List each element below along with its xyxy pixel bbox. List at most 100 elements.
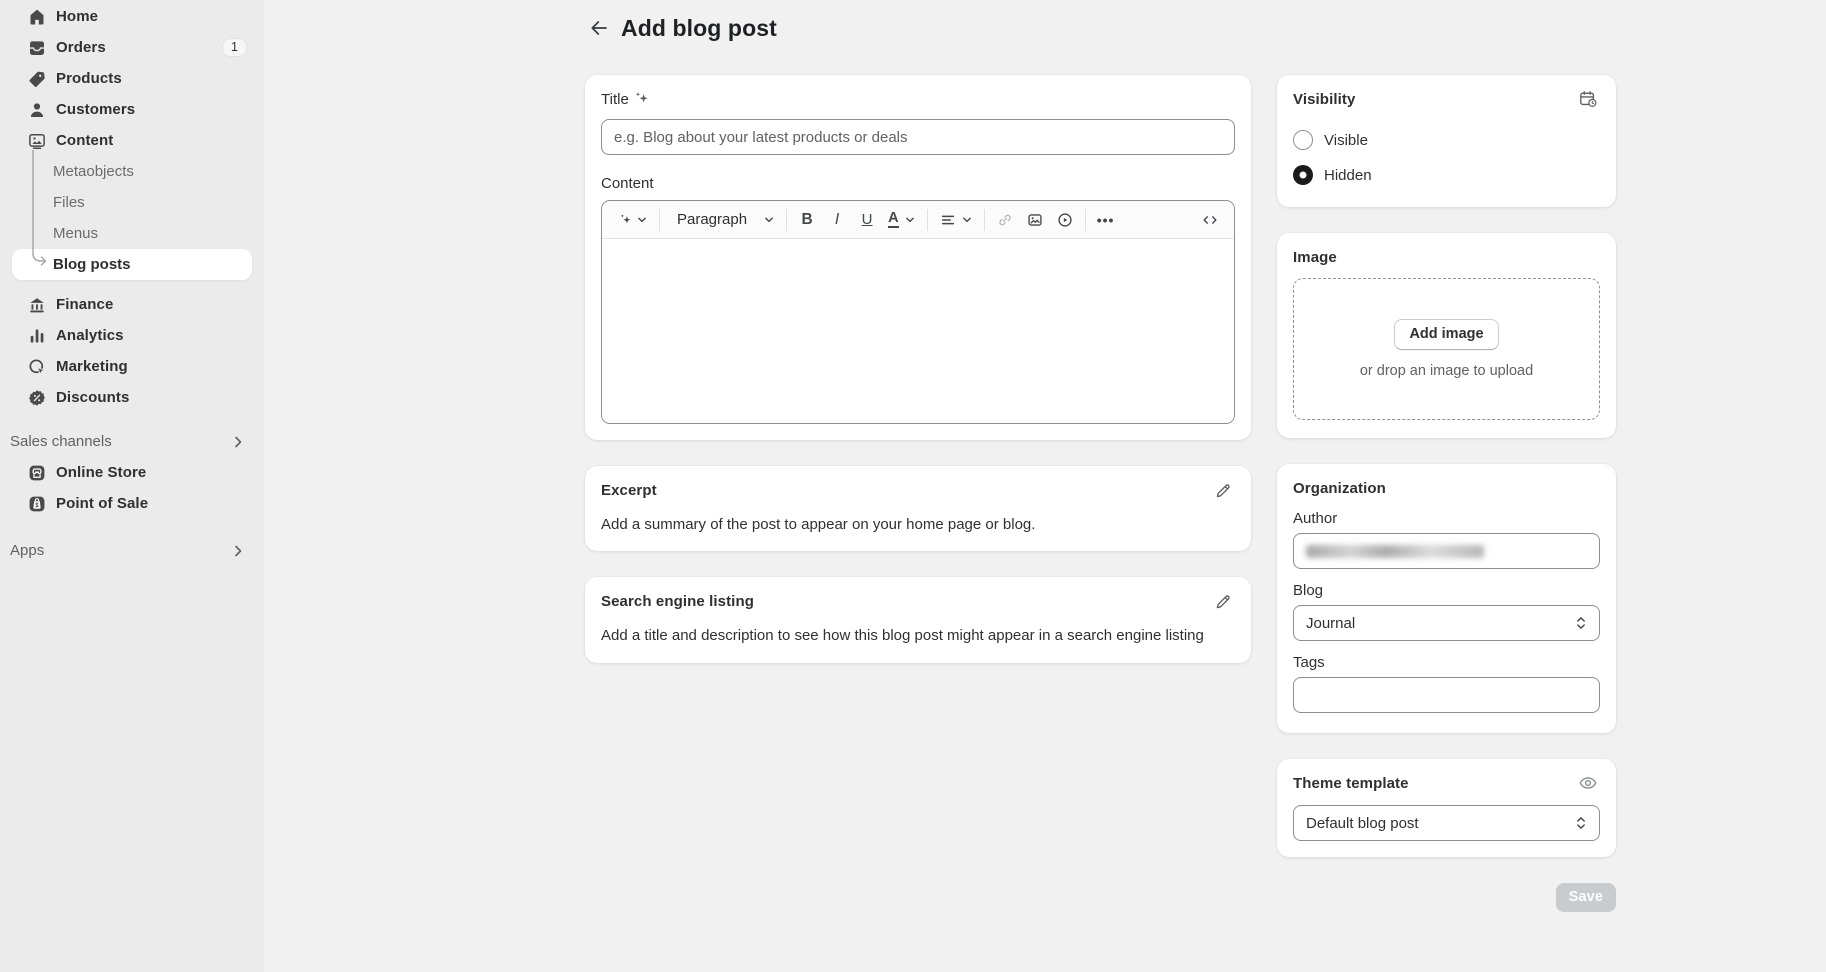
content-textarea[interactable] xyxy=(602,239,1234,423)
sidebar-item-marketing[interactable]: Marketing xyxy=(12,351,252,382)
back-button[interactable] xyxy=(585,14,613,42)
italic-button[interactable]: I xyxy=(825,207,849,233)
point-of-sale-icon xyxy=(27,494,47,514)
analytics-bars-icon xyxy=(27,326,47,346)
title-input[interactable] xyxy=(601,119,1235,155)
main-content: Add blog post Title Content xyxy=(264,0,1826,972)
visibility-title: Visibility xyxy=(1293,91,1576,108)
visibility-option-visible[interactable]: Visible xyxy=(1293,130,1600,150)
blog-select[interactable]: Journal xyxy=(1293,605,1600,641)
tag-icon xyxy=(27,69,47,89)
more-options-button[interactable]: ••• xyxy=(1094,207,1118,233)
sparkle-icon xyxy=(617,211,634,228)
sidebar-item-home[interactable]: Home xyxy=(12,1,252,32)
image-card: Image Add image or drop an image to uplo… xyxy=(1277,233,1616,438)
link-button[interactable] xyxy=(993,207,1017,233)
toolbar-divider xyxy=(1085,209,1086,231)
sidebar-item-analytics[interactable]: Analytics xyxy=(12,320,252,351)
section-label: Apps xyxy=(10,542,230,559)
bold-button[interactable]: B xyxy=(795,207,819,233)
image-dropzone[interactable]: Add image or drop an image to upload xyxy=(1293,278,1600,420)
text-style-dropdown[interactable]: Paragraph xyxy=(668,207,778,233)
text-color-button[interactable]: A xyxy=(885,207,918,233)
sidebar-section-apps[interactable]: Apps xyxy=(0,535,264,566)
preview-theme-button[interactable] xyxy=(1576,771,1600,795)
search-engine-listing-card: Search engine listing Add a title and de… xyxy=(585,577,1251,662)
insert-image-button[interactable] xyxy=(1023,207,1047,233)
organization-title: Organization xyxy=(1293,480,1600,497)
drop-image-hint: or drop an image to upload xyxy=(1360,363,1533,379)
text-color-letter: A xyxy=(888,211,898,228)
sidebar-item-content[interactable]: Content xyxy=(12,125,252,156)
editor-toolbar: Paragraph B I U A xyxy=(602,201,1234,239)
discounts-icon xyxy=(27,388,47,408)
radio-unchecked[interactable] xyxy=(1293,130,1313,150)
ai-sparkle-button[interactable] xyxy=(614,207,651,233)
magic-sparkle-button[interactable] xyxy=(629,87,653,111)
pencil-icon xyxy=(1214,592,1233,611)
sidebar-item-label: Analytics xyxy=(56,327,124,344)
schedule-visibility-button[interactable] xyxy=(1576,87,1600,111)
sidebar-item-point-of-sale[interactable]: Point of Sale xyxy=(12,488,252,519)
author-input[interactable] xyxy=(1293,533,1600,569)
tags-input[interactable] xyxy=(1293,677,1600,713)
excerpt-title: Excerpt xyxy=(601,482,1211,499)
sidebar-item-label: Home xyxy=(56,8,98,25)
media-content-icon xyxy=(27,131,47,151)
author-field-group: Author xyxy=(1293,510,1600,569)
toolbar-divider xyxy=(786,209,787,231)
save-button[interactable]: Save xyxy=(1556,883,1616,912)
radio-label: Visible xyxy=(1324,132,1368,149)
underline-button[interactable]: U xyxy=(855,207,879,233)
sidebar-item-discounts[interactable]: Discounts xyxy=(12,382,252,413)
chevron-down-icon xyxy=(904,214,916,226)
blog-field-group: Blog Journal xyxy=(1293,582,1600,641)
blog-select-value: Journal xyxy=(1306,615,1571,632)
insert-video-button[interactable] xyxy=(1053,207,1077,233)
toolbar-divider xyxy=(659,209,660,231)
sidebar-item-label: Marketing xyxy=(56,358,128,375)
sidebar-item-settings[interactable]: Settings xyxy=(12,966,252,972)
sidebar-item-label: Point of Sale xyxy=(56,495,148,512)
sidebar-item-blog-posts[interactable]: Blog posts xyxy=(12,249,252,280)
sidebar: Home Orders 1 Products Customers Content… xyxy=(0,0,264,972)
sidebar-item-online-store[interactable]: Online Store xyxy=(12,457,252,488)
edit-excerpt-button[interactable] xyxy=(1211,478,1235,502)
edit-seo-button[interactable] xyxy=(1211,589,1235,613)
excerpt-card: Excerpt Add a summary of the post to app… xyxy=(585,466,1251,551)
sidebar-item-metaobjects[interactable]: Metaobjects xyxy=(12,156,252,187)
sidebar-item-label: Finance xyxy=(56,296,113,313)
sidebar-item-label: Content xyxy=(56,132,113,149)
chevron-down-icon xyxy=(961,214,973,226)
online-store-icon xyxy=(27,463,47,483)
code-view-button[interactable] xyxy=(1198,207,1222,233)
organization-card: Organization Author Blog Journal xyxy=(1277,464,1616,733)
sidebar-item-finance[interactable]: Finance xyxy=(12,289,252,320)
chevron-right-icon xyxy=(230,434,246,450)
eye-icon xyxy=(1578,773,1598,793)
code-icon xyxy=(1201,211,1219,229)
select-stepper-icon xyxy=(1571,613,1591,633)
add-image-button[interactable]: Add image xyxy=(1394,319,1498,350)
sidebar-section-sales-channels[interactable]: Sales channels xyxy=(0,426,264,457)
select-stepper-icon xyxy=(1571,813,1591,833)
sidebar-item-products[interactable]: Products xyxy=(12,63,252,94)
pencil-icon xyxy=(1214,481,1233,500)
alignment-button[interactable] xyxy=(936,207,976,233)
orders-count-badge: 1 xyxy=(223,39,246,56)
arrow-left-icon xyxy=(588,17,610,39)
sidebar-item-files[interactable]: Files xyxy=(12,187,252,218)
chevron-right-icon xyxy=(230,543,246,559)
sidebar-item-label: Customers xyxy=(56,101,135,118)
search-listing-description: Add a title and description to see how t… xyxy=(601,626,1235,646)
visibility-option-hidden[interactable]: Hidden xyxy=(1293,165,1600,185)
title-content-card: Title Content xyxy=(585,75,1251,440)
sidebar-item-orders[interactable]: Orders 1 xyxy=(12,32,252,63)
theme-template-select[interactable]: Default blog post xyxy=(1293,805,1600,841)
sidebar-item-customers[interactable]: Customers xyxy=(12,94,252,125)
marketing-icon xyxy=(27,357,47,377)
section-label: Sales channels xyxy=(10,433,230,450)
radio-checked[interactable] xyxy=(1293,165,1313,185)
sidebar-item-menus[interactable]: Menus xyxy=(12,218,252,249)
theme-template-card: Theme template Default blog post xyxy=(1277,759,1616,857)
